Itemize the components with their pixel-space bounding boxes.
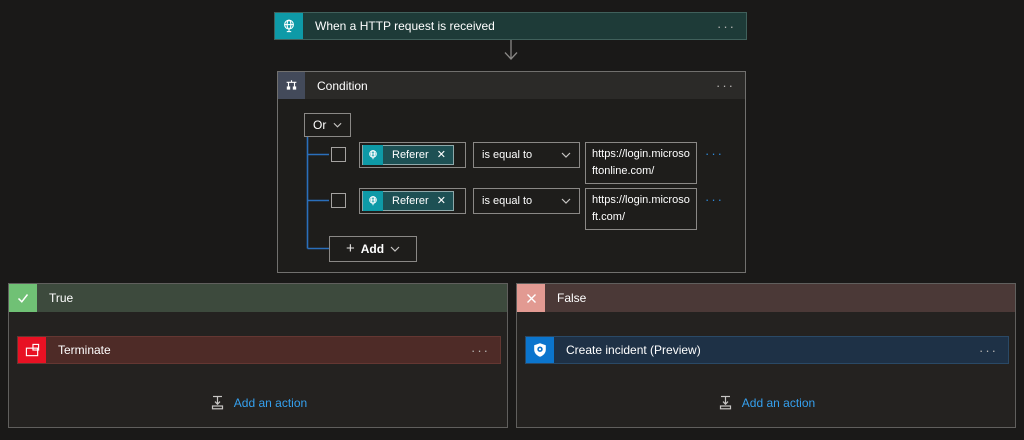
chevron-down-icon	[561, 152, 571, 158]
remove-token-icon[interactable]: ✕	[434, 150, 453, 161]
create-incident-action-card[interactable]: Create incident (Preview) ···	[525, 336, 1009, 364]
join-operator-value: Or	[313, 118, 326, 132]
add-action-link[interactable]: Add an action	[9, 394, 507, 411]
add-button-label: Add	[361, 242, 384, 256]
terminate-title: Terminate	[58, 343, 471, 357]
token-label: Referer	[383, 195, 434, 207]
false-branch-label: False	[557, 284, 586, 312]
condition-operand-field[interactable]: Referer ✕	[359, 142, 466, 168]
create-incident-title: Create incident (Preview)	[566, 343, 979, 357]
condition-operator-dropdown[interactable]: is equal to	[473, 188, 580, 214]
http-token-icon	[363, 191, 383, 211]
add-action-icon	[717, 394, 734, 411]
chevron-down-icon	[333, 122, 342, 128]
condition-row-checkbox[interactable]	[331, 193, 346, 208]
trigger-title: When a HTTP request is received	[315, 19, 717, 33]
trigger-card-http-request[interactable]: When a HTTP request is received ···	[274, 12, 747, 40]
http-token-icon	[363, 145, 383, 165]
condition-row-menu-button[interactable]: ···	[705, 192, 724, 207]
trigger-menu-button[interactable]: ···	[717, 20, 736, 33]
plus-icon: +	[346, 240, 355, 257]
condition-value-input[interactable]: https://login.microsoftonline.com/	[585, 142, 697, 184]
condition-card: Condition ··· Or	[277, 71, 746, 273]
condition-operator-dropdown[interactable]: is equal to	[473, 142, 580, 168]
add-action-label: Add an action	[234, 396, 307, 410]
add-action-icon	[209, 394, 226, 411]
create-incident-menu-button[interactable]: ···	[979, 344, 998, 357]
operator-value: is equal to	[482, 195, 532, 207]
connector-arrow	[499, 40, 523, 66]
false-branch-header: False	[517, 284, 1015, 312]
flow-designer-canvas: When a HTTP request is received ··· Cond…	[0, 0, 1024, 440]
remove-token-icon[interactable]: ✕	[434, 196, 453, 207]
join-operator-dropdown[interactable]: Or	[304, 113, 351, 137]
dynamic-content-token[interactable]: Referer ✕	[362, 191, 454, 211]
condition-menu-button[interactable]: ···	[716, 79, 735, 92]
true-branch-container: True Terminate ··· Add an action	[8, 283, 508, 428]
add-action-link[interactable]: Add an action	[517, 394, 1015, 411]
http-icon	[275, 13, 303, 39]
terminate-icon	[18, 337, 46, 363]
terminate-menu-button[interactable]: ···	[471, 344, 490, 357]
condition-row-menu-button[interactable]: ···	[705, 146, 724, 161]
chevron-down-icon	[390, 246, 400, 252]
false-branch-container: False Create incident (Preview) ···	[516, 283, 1016, 428]
true-branch-label: True	[49, 284, 73, 312]
condition-row-checkbox[interactable]	[331, 147, 346, 162]
dynamic-content-token[interactable]: Referer ✕	[362, 145, 454, 165]
condition-icon	[278, 72, 305, 99]
token-label: Referer	[383, 149, 434, 161]
true-branch-header: True	[9, 284, 507, 312]
condition-title: Condition	[317, 79, 716, 93]
operator-value: is equal to	[482, 149, 532, 161]
add-condition-button[interactable]: + Add	[329, 236, 417, 262]
condition-header[interactable]: Condition ···	[278, 72, 745, 99]
condition-operand-field[interactable]: Referer ✕	[359, 188, 466, 214]
condition-value-input[interactable]: https://login.microsoft.com/	[585, 188, 697, 230]
terminate-action-card[interactable]: Terminate ···	[17, 336, 501, 364]
x-icon	[517, 284, 545, 312]
checkmark-icon	[9, 284, 37, 312]
sentinel-shield-icon	[526, 337, 554, 363]
chevron-down-icon	[561, 198, 571, 204]
add-action-label: Add an action	[742, 396, 815, 410]
